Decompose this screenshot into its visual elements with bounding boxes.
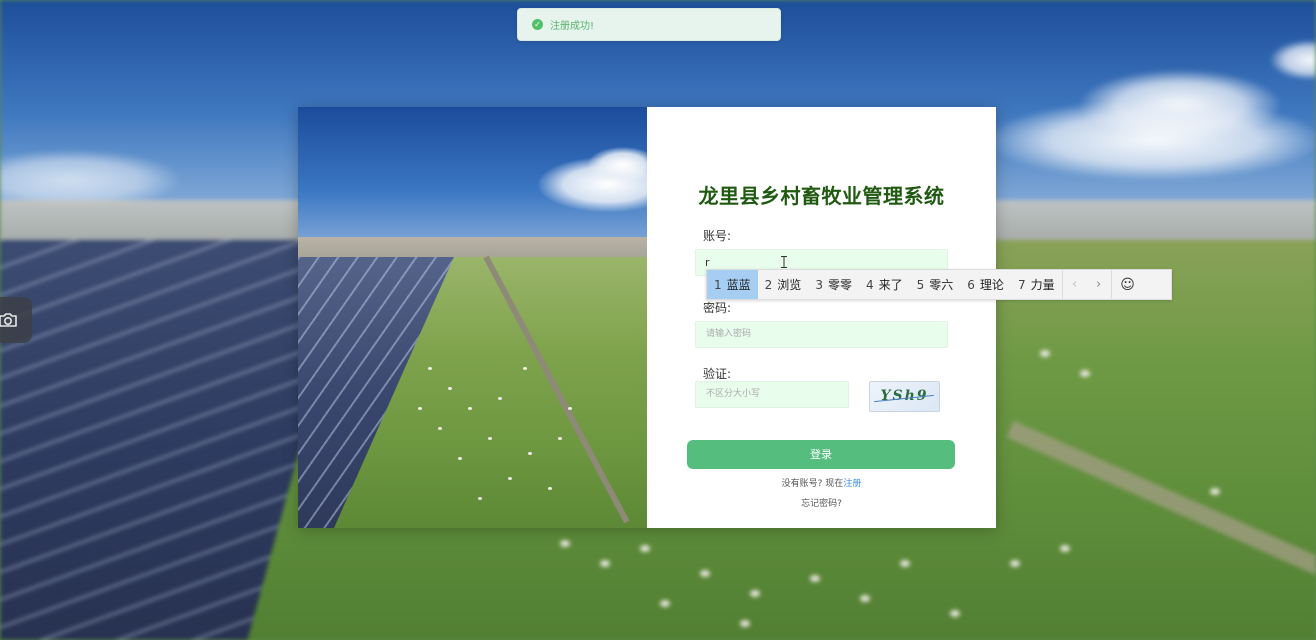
ime-candidate[interactable]: 7 力量	[1011, 270, 1062, 299]
camera-icon	[0, 313, 17, 327]
password-label: 密码:	[703, 301, 732, 315]
forgot-password-link[interactable]: 忘记密码?	[647, 496, 996, 509]
password-input[interactable]: 请输入密码	[695, 321, 948, 348]
ime-candidate[interactable]: 6 理论	[960, 270, 1011, 299]
captcha-label: 验证:	[703, 367, 732, 381]
login-button[interactable]: 登录	[687, 440, 955, 469]
register-link[interactable]: 注册	[843, 479, 861, 489]
ime-candidate[interactable]: 4 来了	[859, 270, 910, 299]
check-circle-icon: ✓	[532, 19, 543, 30]
smiley-icon[interactable]: ☺	[1112, 270, 1144, 299]
login-card: 龙里县乡村畜牧业管理系统 账号: r 密码: 请输入密码 验证: 不区分大小写 …	[298, 107, 996, 528]
ime-candidate[interactable]: 5 零六	[910, 270, 961, 299]
login-side-image	[298, 107, 647, 528]
no-account-text: 没有账号? 现在	[781, 479, 844, 489]
ime-candidate[interactable]: 3 零零	[808, 270, 859, 299]
chevron-left-icon[interactable]: ‹	[1063, 270, 1087, 299]
ibeam-cursor-icon	[781, 256, 787, 268]
ime-candidate[interactable]: 2 浏览	[758, 270, 809, 299]
chevron-right-icon[interactable]: ›	[1087, 270, 1111, 299]
register-prompt: 没有账号? 现在注册	[647, 476, 996, 489]
ime-candidate[interactable]: 1 蓝蓝	[707, 270, 758, 299]
captcha-image[interactable]: YSh9	[869, 381, 940, 412]
login-form: 龙里县乡村畜牧业管理系统 账号: r 密码: 请输入密码 验证: 不区分大小写 …	[647, 107, 996, 528]
ime-candidate-bar: 1 蓝蓝 2 浏览 3 零零 4 来了 5 零六 6 理论 7 力量 ‹ › ☺	[706, 269, 1172, 300]
account-label: 账号:	[703, 229, 732, 243]
success-toast: ✓ 注册成功!	[517, 8, 781, 41]
system-title: 龙里县乡村畜牧业管理系统	[698, 184, 945, 208]
captcha-input[interactable]: 不区分大小写	[695, 381, 849, 408]
screenshot-button[interactable]	[0, 297, 32, 343]
toast-message: 注册成功!	[550, 21, 595, 32]
